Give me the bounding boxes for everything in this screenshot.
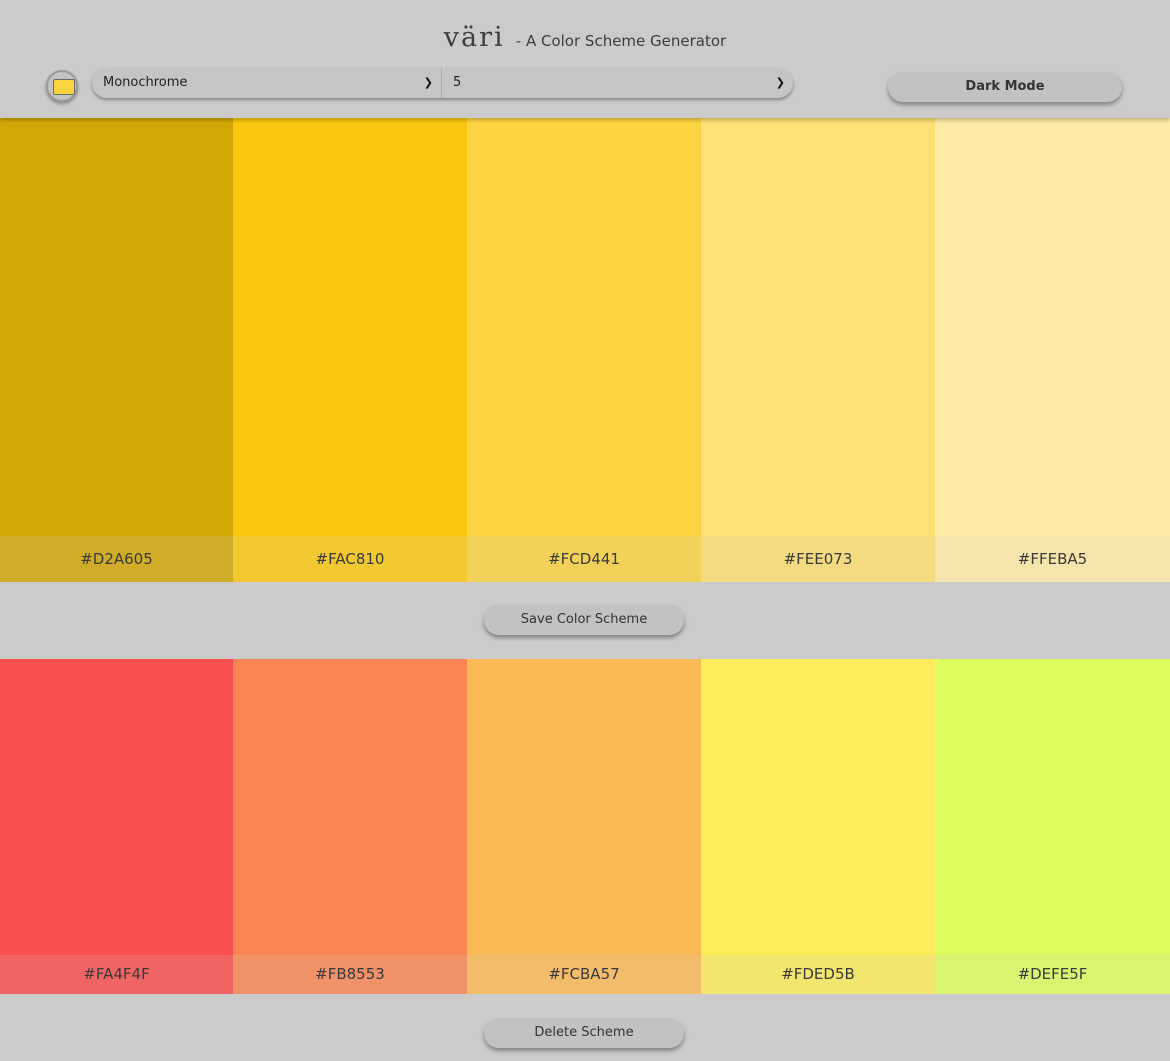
- color-column[interactable]: #FB8553: [233, 659, 467, 994]
- mode-select-value: Monochrome: [103, 75, 188, 90]
- color-column[interactable]: #DEFE5F: [935, 659, 1170, 994]
- hex-label[interactable]: #FA4F4F: [0, 955, 233, 994]
- color-column[interactable]: #D2A605: [0, 118, 233, 582]
- hex-label[interactable]: #FB8553: [233, 955, 467, 994]
- hex-label[interactable]: #FAC810: [233, 536, 467, 582]
- header: väri - A Color Scheme Generator Monochro…: [0, 0, 1170, 118]
- title-row: väri - A Color Scheme Generator: [0, 22, 1170, 53]
- color-column[interactable]: #FAC810: [233, 118, 467, 582]
- color-column[interactable]: #FA4F4F: [0, 659, 233, 994]
- color-column[interactable]: #FCBA57: [467, 659, 701, 994]
- hex-label[interactable]: #FCBA57: [467, 955, 701, 994]
- chevron-down-icon: ❯: [423, 76, 433, 89]
- color-picker-swatch: [53, 79, 75, 95]
- app-tagline: - A Color Scheme Generator: [515, 32, 727, 50]
- color-column[interactable]: #FEE073: [701, 118, 935, 582]
- hex-label[interactable]: #FCD441: [467, 536, 701, 582]
- chevron-down-icon: ❯: [775, 76, 785, 89]
- color-column[interactable]: #FDED5B: [701, 659, 935, 994]
- count-select-value: 5: [453, 75, 462, 90]
- hex-label[interactable]: #FEE073: [701, 536, 935, 582]
- hex-label[interactable]: #FFEBA5: [935, 536, 1170, 582]
- saved-scheme: #FA4F4F #FB8553 #FCBA57 #FDED5B #DEFE5F: [0, 659, 1170, 994]
- mode-select[interactable]: Monochrome ❯: [92, 68, 442, 98]
- save-scheme-button[interactable]: Save Color Scheme: [484, 605, 684, 635]
- hex-label[interactable]: #FDED5B: [701, 955, 935, 994]
- current-scheme: #D2A605 #FAC810 #FCD441 #FEE073 #FFEBA5: [0, 118, 1170, 582]
- scheme-options: Monochrome ❯ 5 ❯: [92, 68, 793, 98]
- hex-label[interactable]: #DEFE5F: [935, 955, 1170, 994]
- color-column[interactable]: #FCD441: [467, 118, 701, 582]
- color-picker[interactable]: [46, 70, 78, 102]
- dark-mode-button[interactable]: Dark Mode: [888, 72, 1122, 102]
- delete-scheme-button[interactable]: Delete Scheme: [484, 1018, 684, 1048]
- hex-label[interactable]: #D2A605: [0, 536, 233, 582]
- count-select[interactable]: 5 ❯: [442, 68, 793, 98]
- app-logo: väri: [443, 22, 505, 53]
- color-column[interactable]: #FFEBA5: [935, 118, 1170, 582]
